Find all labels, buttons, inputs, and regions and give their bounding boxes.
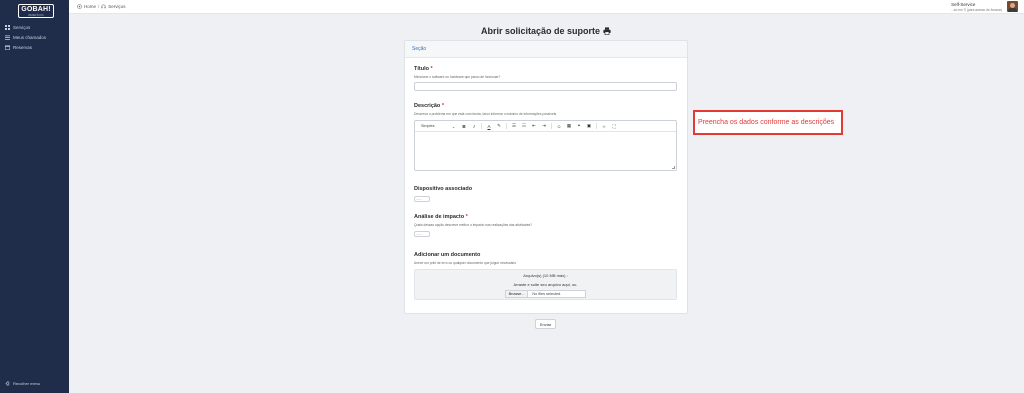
required-marker: *: [430, 66, 433, 72]
logo-brand: GOBAH!: [21, 6, 51, 13]
required-marker: *: [465, 214, 468, 220]
field-descricao: Descrição * Descreva o problema em que e…: [414, 103, 677, 171]
titulo-label: Título *: [414, 66, 677, 72]
file-name-text: No files selected.: [532, 292, 562, 296]
avatar[interactable]: [1007, 1, 1018, 12]
titulo-input[interactable]: [414, 82, 677, 91]
text-color-icon[interactable]: A: [486, 124, 492, 129]
headset-icon: [101, 4, 106, 9]
user-status: ...ao em 7i (para acesso de Arcarar): [951, 8, 1002, 12]
breadcrumb-separator: /: [98, 4, 100, 9]
field-documento: Adicionar um documento Anexe um print de…: [414, 252, 677, 300]
page-title-text: Abrir solicitação de suporte: [480, 26, 601, 36]
page-title: Abrir solicitação de suporte: [404, 26, 688, 36]
sidebar-item-label: Serviços: [13, 24, 31, 30]
link-icon[interactable]: ⚭: [576, 123, 582, 129]
upload-title: Arquivo(s) (10 MB máx) :: [523, 273, 568, 278]
titulo-help: Mencione o software ou hardware que paro…: [414, 75, 501, 79]
bullet-list-icon[interactable]: ☰: [511, 123, 517, 129]
user-info[interactable]: Self-Service ...ao em 7i (para acesso de…: [951, 2, 1002, 12]
descricao-label-text: Descrição: [414, 103, 441, 109]
field-titulo: Título * Mencione o software ou hardware…: [414, 66, 677, 91]
collapse-menu-label: Recolher menu: [13, 381, 41, 386]
required-marker: *: [441, 103, 444, 109]
calendar-icon: [5, 45, 10, 50]
sidebar-item-label: Meus chamados: [13, 34, 47, 40]
sidebar-item-reservas[interactable]: Reservas: [0, 42, 69, 52]
section-title: Seção: [412, 46, 427, 52]
browse-button[interactable]: Browse...: [505, 291, 529, 297]
sidebar-nav: Serviços Meus chamados Reservas: [0, 22, 69, 52]
bold-icon[interactable]: B: [461, 124, 467, 129]
collapse-menu-button[interactable]: Recolher menu: [5, 381, 40, 386]
sidebar-item-servicos[interactable]: Serviços: [0, 22, 69, 32]
field-dispositivo: Dispositivo associado ------: [414, 186, 472, 202]
fullscreen-icon[interactable]: ⛶: [611, 124, 617, 129]
numbered-list-icon[interactable]: ☷: [521, 123, 527, 129]
collapse-icon: [5, 381, 10, 386]
descricao-editor[interactable]: Simples ⌄ B I A ✎ ☰ ☷ ⇤ ⇥ ☺ ▦ ⚭ ▣ ‹› ⛶: [414, 120, 677, 171]
impacto-label-text: Análise de impacto: [414, 214, 465, 220]
toolbar-separator: [506, 123, 507, 129]
sidebar-item-label: Reservas: [13, 44, 33, 50]
top-bar: Home / Serviços Self-Service ...ao em 7i…: [69, 0, 1024, 14]
submit-button[interactable]: Enviar: [535, 319, 556, 329]
sidebar: GOBAH! BENEFÍCIOS Serviços Meus chamados…: [0, 0, 69, 393]
format-select[interactable]: Simples ⌄: [419, 123, 457, 130]
section-header: Seção: [405, 41, 687, 58]
descricao-help: Descreva o problema em que está com tend…: [414, 112, 558, 116]
breadcrumb: Home / Serviços: [77, 4, 126, 9]
impacto-label: Análise de impacto *: [414, 214, 532, 220]
dispositivo-label: Dispositivo associado: [414, 186, 473, 192]
toolbar-separator: [596, 123, 597, 129]
upload-drop-text: Arraste e solte seu arquivo aqui, ou.: [513, 282, 578, 287]
dispositivo-select[interactable]: ------: [414, 196, 430, 202]
home-icon: [77, 4, 82, 9]
instruction-callout: Preencha os dados conforme as descrições: [693, 110, 843, 135]
documento-label: Adicionar um documento: [414, 252, 481, 258]
file-dropzone[interactable]: Arquivo(s) (10 MB máx) : Arraste e solte…: [414, 269, 677, 300]
indent-icon[interactable]: ⇥: [541, 123, 547, 129]
resize-handle[interactable]: [672, 166, 675, 169]
titulo-label-text: Título: [414, 66, 429, 72]
image-icon[interactable]: ▣: [586, 123, 592, 129]
support-form-card: Seção Título * Mencione o software ou ha…: [404, 40, 688, 314]
emoji-icon[interactable]: ☺: [556, 124, 562, 129]
field-impacto: Análise de impacto * Quais dessas opção …: [414, 214, 532, 237]
descricao-label: Descrição *: [414, 103, 677, 109]
chevron-down-icon: ⌄: [451, 124, 455, 129]
documento-help: Anexe um print de erro ou qualquer docum…: [414, 261, 517, 265]
italic-icon[interactable]: I: [471, 124, 477, 129]
app-logo[interactable]: GOBAH! BENEFÍCIOS: [18, 4, 54, 18]
outdent-icon[interactable]: ⇤: [531, 123, 537, 129]
table-icon[interactable]: ▦: [566, 123, 572, 129]
logo-sub: BENEFÍCIOS: [28, 14, 44, 17]
grid-icon: [5, 24, 10, 30]
impacto-select[interactable]: ------: [414, 231, 430, 237]
toolbar-separator: [481, 123, 482, 129]
file-input[interactable]: Browse... No files selected.: [504, 290, 587, 298]
highlight-icon[interactable]: ✎: [496, 123, 502, 129]
sidebar-item-meus-chamados[interactable]: Meus chamados: [0, 32, 69, 42]
editor-toolbar: Simples ⌄ B I A ✎ ☰ ☷ ⇤ ⇥ ☺ ▦ ⚭ ▣ ‹› ⛶: [415, 121, 676, 132]
printer-icon: [603, 27, 611, 35]
impacto-help: Quais dessas opção descreve melhor o imp…: [414, 223, 533, 227]
user-name: Self-Service: [951, 2, 976, 7]
format-select-value: Simples: [421, 124, 435, 128]
list-icon: [5, 35, 10, 40]
breadcrumb-home[interactable]: Home: [84, 4, 96, 9]
code-icon[interactable]: ‹›: [601, 124, 607, 129]
toolbar-separator: [551, 123, 552, 129]
breadcrumb-servicos[interactable]: Serviços: [108, 4, 125, 9]
